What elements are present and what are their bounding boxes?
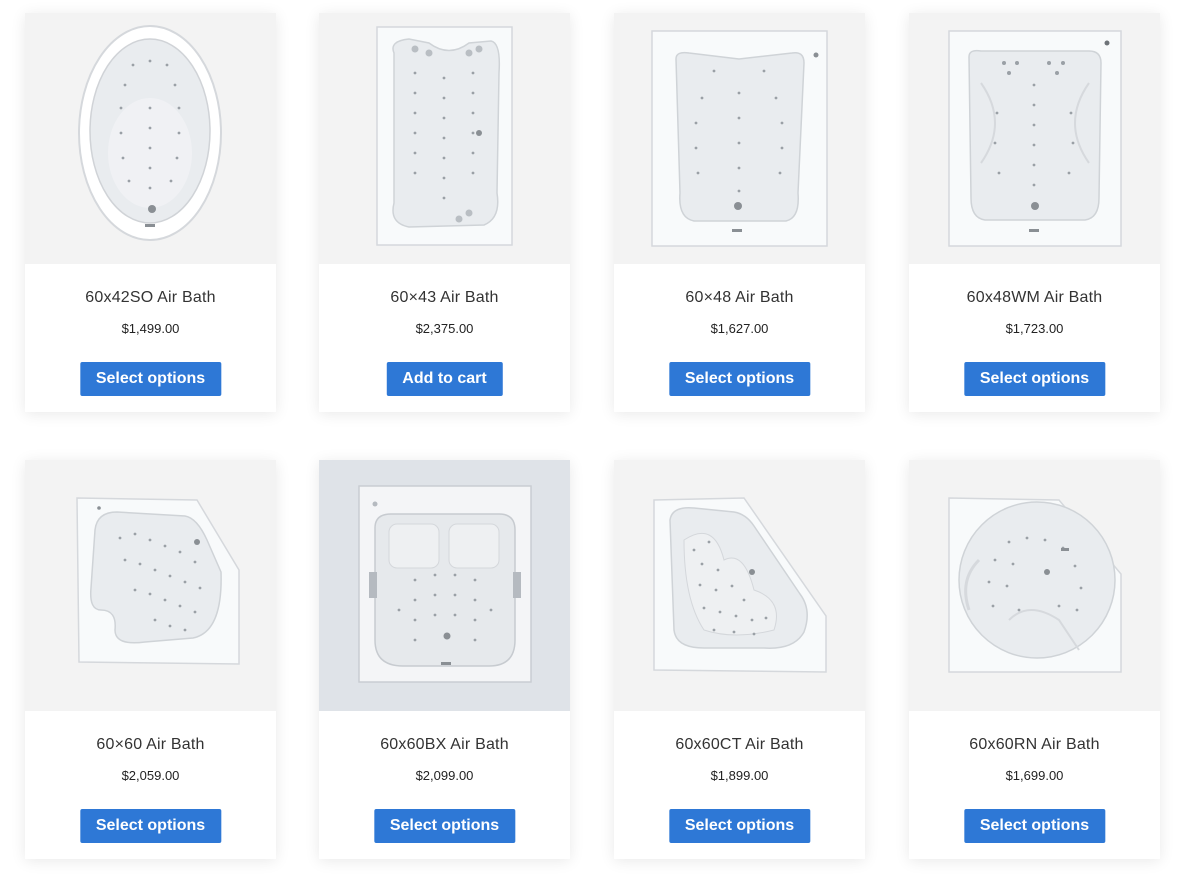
product-image[interactable] bbox=[25, 460, 276, 711]
oval-tub-icon bbox=[78, 25, 222, 241]
product-image[interactable] bbox=[319, 460, 570, 711]
add-to-cart-button[interactable]: Add to cart bbox=[386, 362, 503, 396]
product-title[interactable]: 60x60CT Air Bath bbox=[614, 736, 865, 754]
product-image[interactable] bbox=[25, 13, 276, 264]
rectangle-tub-icon bbox=[651, 30, 828, 247]
select-options-button[interactable]: Select options bbox=[668, 362, 811, 396]
product-title[interactable]: 60×43 Air Bath bbox=[319, 289, 570, 307]
corner-tub-icon bbox=[948, 497, 1122, 673]
product-card: 60x42SO Air Bath $1,499.00 Select option… bbox=[25, 13, 276, 412]
product-title[interactable]: 60×48 Air Bath bbox=[614, 289, 865, 307]
product-title[interactable]: 60x42SO Air Bath bbox=[25, 289, 276, 307]
product-image[interactable] bbox=[319, 13, 570, 264]
product-price: $1,699.00 bbox=[1005, 768, 1064, 783]
rectangle-tub-icon bbox=[948, 30, 1122, 247]
select-options-button[interactable]: Select options bbox=[373, 809, 516, 843]
square-tub-icon bbox=[358, 485, 532, 683]
corner-tub-icon bbox=[653, 497, 827, 673]
product-card: 60×60 Air Bath $2,059.00 Select options bbox=[25, 460, 276, 859]
rectangle-tub-icon bbox=[376, 26, 513, 246]
product-card: 60x48WM Air Bath $1,723.00 Select option… bbox=[909, 13, 1160, 412]
product-price: $1,499.00 bbox=[121, 321, 180, 336]
product-card: 60x60BX Air Bath $2,099.00 Select option… bbox=[319, 460, 570, 859]
product-price: $2,099.00 bbox=[415, 768, 474, 783]
product-title[interactable]: 60×60 Air Bath bbox=[25, 736, 276, 754]
product-card: 60x60RN Air Bath $1,699.00 Select option… bbox=[909, 460, 1160, 859]
product-card: 60×43 Air Bath $2,375.00 Add to cart bbox=[319, 13, 570, 412]
select-options-button[interactable]: Select options bbox=[79, 809, 222, 843]
select-options-button[interactable]: Select options bbox=[963, 362, 1106, 396]
product-title[interactable]: 60x60BX Air Bath bbox=[319, 736, 570, 754]
product-image[interactable] bbox=[614, 460, 865, 711]
product-price: $2,375.00 bbox=[415, 321, 474, 336]
select-options-button[interactable]: Select options bbox=[79, 362, 222, 396]
product-price: $1,723.00 bbox=[1005, 321, 1064, 336]
product-card: 60x60CT Air Bath $1,899.00 Select option… bbox=[614, 460, 865, 859]
product-image[interactable] bbox=[909, 460, 1160, 711]
product-price: $1,627.00 bbox=[710, 321, 769, 336]
select-options-button[interactable]: Select options bbox=[963, 809, 1106, 843]
product-card: 60×48 Air Bath $1,627.00 Select options bbox=[614, 13, 865, 412]
product-price: $2,059.00 bbox=[121, 768, 180, 783]
product-price: $1,899.00 bbox=[710, 768, 769, 783]
product-grid: 60x42SO Air Bath $1,499.00 Select option… bbox=[0, 0, 1187, 883]
product-title[interactable]: 60x48WM Air Bath bbox=[909, 289, 1160, 307]
product-title[interactable]: 60x60RN Air Bath bbox=[909, 736, 1160, 754]
corner-tub-icon bbox=[76, 497, 240, 665]
select-options-button[interactable]: Select options bbox=[668, 809, 811, 843]
product-image[interactable] bbox=[614, 13, 865, 264]
product-image[interactable] bbox=[909, 13, 1160, 264]
